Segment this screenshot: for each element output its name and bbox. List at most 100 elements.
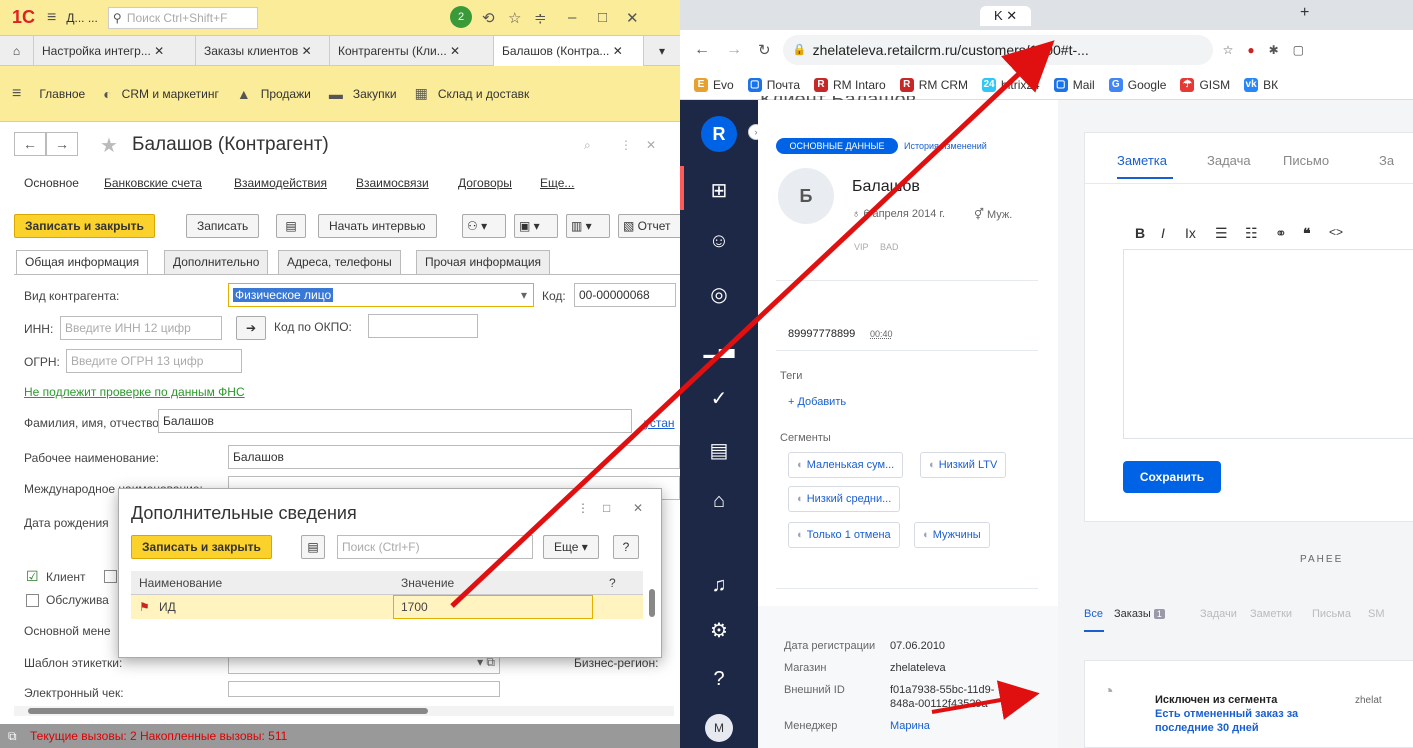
work-name-field[interactable]: Балашов (228, 445, 680, 469)
link-icon[interactable]: ⚭ (1275, 225, 1287, 242)
close-icon[interactable]: ✕ (626, 9, 639, 27)
form-link-interactions[interactable]: Взаимодействия (234, 176, 327, 190)
fns-link[interactable]: Не подлежит проверке по данным ФНС (24, 385, 245, 399)
ftab-addresses[interactable]: Адреса, телефоны (278, 250, 401, 274)
ftab-additional[interactable]: Дополнительно (164, 250, 269, 274)
home-icon[interactable]: ⌂ (0, 36, 34, 66)
supplier-checkbox[interactable] (104, 570, 117, 583)
star-icon[interactable]: ☆ (508, 9, 521, 27)
browser-tab-active[interactable]: K ✕ (980, 6, 1032, 26)
menu-icon[interactable]: ≡ (47, 9, 56, 27)
note-textarea[interactable] (1123, 249, 1413, 439)
bookmark-rm-intaro[interactable]: R RM Intaro (814, 77, 886, 92)
minimize-icon[interactable]: – (568, 9, 576, 26)
dialog-search-input[interactable]: Поиск (Ctrl+F) (337, 535, 533, 559)
bookmark-gism[interactable]: ☂ GISM (1180, 77, 1230, 92)
dialog-save-icon[interactable]: ▤ (301, 535, 325, 559)
quote-icon[interactable]: ❝ (1303, 225, 1311, 242)
analytics-icon[interactable]: ▁▃ (680, 334, 758, 359)
tab-orders[interactable]: Заказы клиентов ✕ (196, 36, 330, 66)
tab-letter[interactable]: Письмо (1283, 153, 1329, 168)
target-icon[interactable]: ◎ (680, 282, 758, 307)
okpo-field[interactable] (368, 314, 478, 338)
address-bar[interactable]: zhelateleva.retailcrm.ru/customers/1700#… (782, 35, 1213, 65)
italic-icon[interactable]: I (1161, 225, 1165, 241)
users-icon[interactable]: ⚇ ▾ (462, 214, 506, 238)
section-crm[interactable]: ◐ CRM и маркетинг (103, 86, 219, 102)
client-phone[interactable]: 89997778899 (788, 328, 855, 340)
dialog-scrollbar[interactable] (649, 589, 655, 617)
dialog-close-icon[interactable]: ✕ (633, 501, 643, 515)
save-close-button[interactable]: Записать и закрыть (14, 214, 155, 238)
type-select[interactable]: Физическое лицо ▾ (228, 283, 534, 307)
dialog-more-icon[interactable]: ⋮ (577, 501, 589, 515)
cart-icon[interactable]: ⊞ (680, 178, 758, 203)
crm-logo-icon[interactable]: R (701, 116, 737, 152)
segment-chip[interactable]: Низкий LTV (920, 452, 1007, 478)
link-icon[interactable]: ⌕ (584, 138, 591, 153)
bookmark-google[interactable]: G Google (1108, 77, 1166, 92)
filter-orders[interactable]: Заказы 1 (1114, 608, 1165, 620)
event-segment-link[interactable]: Есть отмененный заказ за последние 30 дн… (1155, 708, 1298, 734)
filter-tasks[interactable]: Задачи (1200, 608, 1237, 620)
doc-icon[interactable]: ▤ (276, 214, 306, 238)
close-form-icon[interactable]: ✕ (646, 138, 656, 152)
numbered-list-icon[interactable]: ☷ (1245, 225, 1258, 242)
service-checkbox[interactable] (26, 594, 39, 607)
tab-note[interactable]: Заметка (1117, 153, 1167, 168)
segment-chip[interactable]: Только 1 отмена (788, 522, 900, 548)
form-link-more[interactable]: Еще... (540, 176, 574, 190)
bookmark-mailru[interactable]: ▢ Mail (1053, 77, 1095, 92)
tab-task[interactable]: Задача (1207, 153, 1251, 168)
tab-more[interactable]: За (1379, 153, 1394, 168)
segment-chip[interactable]: Мужчины (914, 522, 990, 548)
tab-main-data[interactable]: ОСНОВНЫЕ ДАННЫЕ (776, 138, 898, 154)
forward-icon[interactable]: → (726, 41, 742, 59)
tab-balashov[interactable]: Балашов (Контра... ✕ (494, 36, 644, 66)
segment-chip[interactable]: Маленькая сум... (788, 452, 904, 478)
back-icon[interactable]: ← (694, 41, 710, 59)
favorite-star-icon[interactable]: ★ (100, 133, 118, 158)
section-main[interactable]: Главное (39, 87, 85, 101)
inn-field[interactable]: Введите ИНН 12 цифр (60, 316, 222, 340)
reports-button[interactable]: ▧ Отчет (618, 214, 680, 238)
dialog-save-close-button[interactable]: Записать и закрыть (131, 535, 272, 559)
interview-button[interactable]: Начать интервью (318, 214, 437, 238)
chat-icon[interactable]: ▤ (680, 438, 758, 463)
history-icon[interactable]: ⟲ (482, 9, 495, 27)
form-link-contracts[interactable]: Договоры (458, 176, 512, 190)
maximize-icon[interactable]: □ (598, 9, 607, 26)
dialog-maximize-icon[interactable]: □ (603, 501, 610, 515)
save-button[interactable]: Записать (186, 214, 260, 238)
bookmark-evo[interactable]: E Evo (694, 77, 734, 92)
sidepanel-icon[interactable]: ▢ (1293, 43, 1304, 57)
tab-history[interactable]: История изменений (904, 141, 987, 151)
form-link-main[interactable]: Основное (24, 176, 79, 190)
dialog-more-button[interactable]: Еще ▾ (543, 535, 599, 559)
client-checkbox[interactable]: ☑ (26, 568, 39, 585)
tabs-dropdown-icon[interactable]: ▾ (644, 36, 680, 66)
bookmark-rm-crm[interactable]: R RM CRM (899, 77, 968, 92)
notification-badge[interactable]: 2 (450, 6, 472, 28)
tab-integration[interactable]: Настройка интегр... ✕ (34, 36, 196, 66)
global-search-input[interactable]: Поиск Ctrl+Shift+F (107, 6, 258, 29)
help-icon[interactable]: ? (680, 668, 758, 691)
filter-notes[interactable]: Заметки (1250, 608, 1292, 620)
clear-format-icon[interactable]: Ix (1185, 225, 1196, 241)
tasks-icon[interactable]: ✓ (680, 386, 758, 411)
segment-chip[interactable]: Низкий средни... (788, 486, 901, 512)
section-purchases[interactable]: ▬ Закупки (329, 86, 397, 102)
back-button[interactable]: ← (14, 132, 46, 156)
bookmark-star-icon[interactable]: ☆ (1223, 43, 1234, 57)
bell-icon[interactable]: ♫ (680, 574, 758, 597)
ogrn-field[interactable]: Введите ОГРН 13 цифр (66, 349, 242, 373)
save-note-button[interactable]: Сохранить (1123, 461, 1221, 493)
user-avatar[interactable]: M (705, 714, 733, 742)
store-icon[interactable]: ⌂ (680, 490, 758, 513)
form-link-relations[interactable]: Взаимосвязи (356, 176, 429, 190)
add-tag-button[interactable]: + Добавить (788, 396, 846, 408)
code-field[interactable]: 00-00000068 (574, 283, 676, 307)
settings-icon[interactable]: ≑ (534, 9, 547, 27)
ftab-general[interactable]: Общая информация (16, 250, 149, 274)
dialog-help-button[interactable]: ? (613, 535, 639, 559)
